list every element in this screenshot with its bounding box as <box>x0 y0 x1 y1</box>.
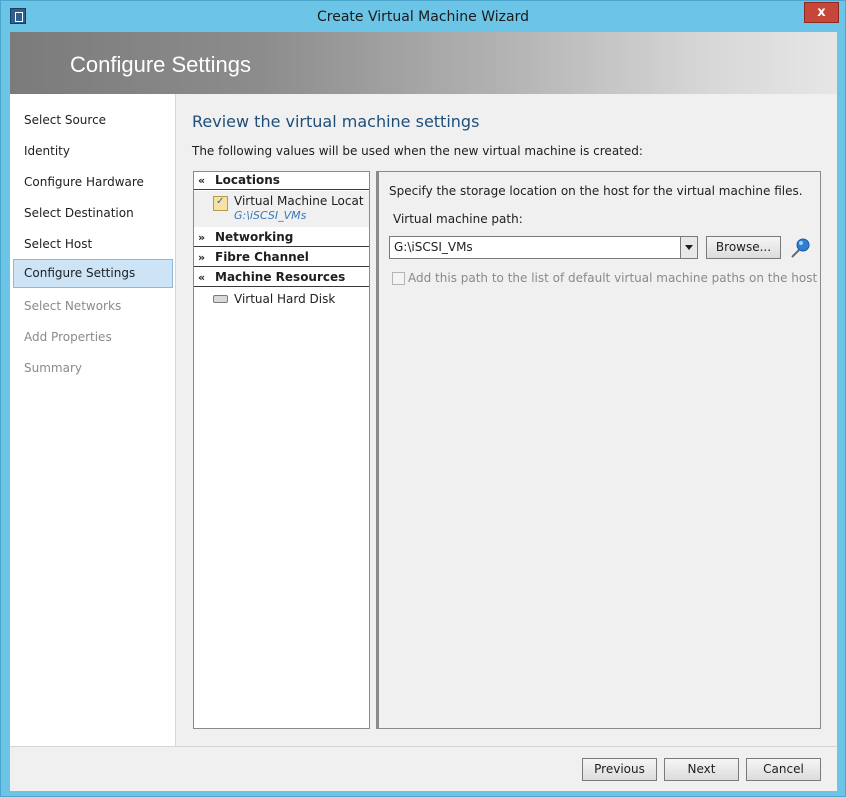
hard-disk-icon <box>213 295 228 303</box>
tree-group-label: Networking <box>215 230 294 244</box>
tree-group-label: Locations <box>215 173 280 187</box>
nav-step-select-networks: Select Networks <box>24 299 122 313</box>
collapse-chevron-icon: « <box>198 174 206 187</box>
next-button[interactable]: Next <box>664 758 739 781</box>
section-title: Review the virtual machine settings <box>192 112 480 131</box>
default-path-checkbox-label: Add this path to the list of default vir… <box>408 271 818 285</box>
tree-item-label: Virtual Hard Disk <box>234 292 336 306</box>
header-banner: Configure Settings <box>10 32 837 94</box>
tree-item-label: Virtual Machine Locati... <box>234 194 364 208</box>
section-description: The following values will be used when t… <box>192 144 643 158</box>
vm-path-combobox[interactable]: G:\iSCSI_VMs <box>389 236 698 259</box>
default-path-checkbox <box>392 272 405 285</box>
details-description: Specify the storage location on the host… <box>389 184 803 198</box>
tree-group-machine-resources[interactable]: « Machine Resources <box>194 269 369 287</box>
cancel-button[interactable]: Cancel <box>746 758 821 781</box>
nav-step-select-source[interactable]: Select Source <box>13 106 173 135</box>
tree-group-locations[interactable]: « Locations <box>194 172 369 190</box>
nav-step-configure-hardware[interactable]: Configure Hardware <box>13 168 173 197</box>
nav-step-identity[interactable]: Identity <box>13 137 173 166</box>
default-path-checkbox-row: Add this path to the list of default vir… <box>389 271 817 287</box>
nav-step-add-properties: Add Properties <box>24 330 112 344</box>
wizard-window: Create Virtual Machine Wizard x Configur… <box>0 0 846 797</box>
settings-details-panel: Specify the storage location on the host… <box>376 171 821 729</box>
window-title: Create Virtual Machine Wizard <box>317 9 529 25</box>
tree-item-virtual-hard-disk[interactable]: Virtual Hard Disk <box>194 289 369 309</box>
nav-step-summary: Summary <box>24 361 82 375</box>
wizard-client-area: Configure Settings Select Source Identit… <box>10 32 837 791</box>
nav-step-select-host[interactable]: Select Host <box>13 230 173 259</box>
nav-step-configure-settings[interactable]: Configure Settings <box>13 259 173 288</box>
browse-button[interactable]: Browse... <box>706 236 781 259</box>
close-button[interactable]: x <box>804 2 839 23</box>
tree-group-label: Fibre Channel <box>215 250 309 264</box>
main-content: Review the virtual machine settings The … <box>176 94 837 746</box>
expand-chevron-icon: » <box>198 251 206 264</box>
folder-check-icon <box>213 196 228 211</box>
tree-item-value: G:\iSCSI_VMs <box>234 209 307 222</box>
title-bar: Create Virtual Machine Wizard x <box>1 1 845 32</box>
wizard-steps-nav: Select Source Identity Configure Hardwar… <box>10 94 176 746</box>
previous-button[interactable]: Previous <box>582 758 657 781</box>
wizard-footer: Previous Next Cancel <box>10 746 837 791</box>
nav-step-select-destination[interactable]: Select Destination <box>13 199 173 228</box>
tree-item-vm-location[interactable]: Virtual Machine Locati... G:\iSCSI_VMs <box>194 191 369 227</box>
tree-group-networking[interactable]: » Networking <box>194 229 369 247</box>
expand-chevron-icon: » <box>198 231 206 244</box>
vm-path-label: Virtual machine path: <box>393 212 523 226</box>
tree-group-fibre-channel[interactable]: » Fibre Channel <box>194 249 369 267</box>
page-heading: Configure Settings <box>70 52 251 77</box>
settings-tree: « Locations Virtual Machine Locati... G:… <box>193 171 370 729</box>
pin-icon[interactable] <box>788 236 812 260</box>
vm-path-value[interactable]: G:\iSCSI_VMs <box>394 240 473 254</box>
dropdown-arrow-icon[interactable] <box>680 237 697 258</box>
tree-group-label: Machine Resources <box>215 270 346 284</box>
collapse-chevron-icon: « <box>198 271 206 284</box>
